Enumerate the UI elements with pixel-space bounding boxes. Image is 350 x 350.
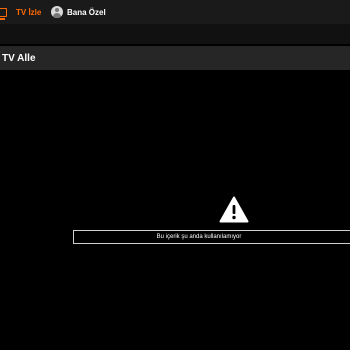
nav-tv-izle-label: TV İzle [16, 7, 42, 17]
page-title: TV Alle [2, 52, 36, 64]
avatar-body [53, 13, 61, 18]
top-navigation: TV İzle Bana Özel [0, 0, 350, 24]
nav-bana-ozel[interactable]: Bana Özel [51, 0, 106, 24]
user-avatar-icon [51, 6, 63, 18]
subnav-strip [0, 24, 350, 44]
tv-icon [0, 7, 7, 20]
page-title-bar: TV Alle [0, 46, 350, 70]
nav-tv-izle[interactable]: TV İzle [0, 0, 41, 24]
unavailable-message-box: Bu içerik şu anda kullanılamıyor [73, 230, 350, 244]
unavailable-message: Bu içerik şu anda kullanılamıyor [156, 234, 242, 240]
nav-bana-ozel-label: Bana Özel [67, 7, 106, 17]
tv-page: TV İzle Bana Özel TV Alle Bu içerik şu a… [0, 0, 350, 350]
warning-icon [219, 196, 249, 223]
avatar-head [55, 8, 59, 12]
